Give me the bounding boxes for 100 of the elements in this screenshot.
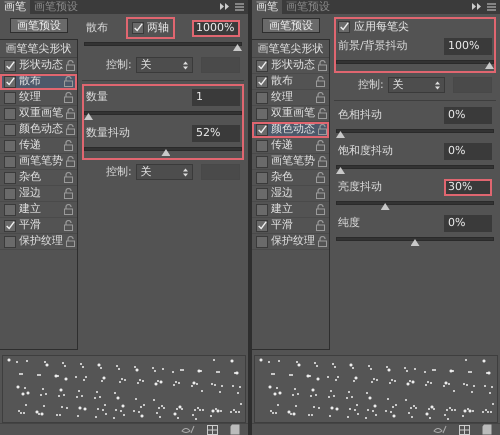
checkbox[interactable] [4, 140, 16, 152]
brush-option-item[interactable]: 杂色 [252, 170, 329, 186]
lock-icon[interactable] [318, 236, 327, 247]
checkbox[interactable] [256, 172, 268, 184]
checkbox[interactable] [338, 21, 350, 33]
brush-presets-button[interactable]: 画笔预设 [10, 18, 68, 33]
menu-icon[interactable] [235, 3, 244, 11]
checkbox[interactable] [256, 140, 268, 152]
lock-icon[interactable] [64, 204, 73, 215]
checkbox[interactable] [256, 124, 268, 136]
lock-icon[interactable] [316, 204, 325, 215]
lock-icon[interactable] [66, 60, 75, 71]
checkbox[interactable] [256, 236, 268, 248]
lock-icon[interactable] [64, 188, 73, 199]
brush-option-item[interactable]: 建立 [0, 202, 77, 218]
lock-icon[interactable] [318, 60, 327, 71]
lock-icon[interactable] [316, 140, 325, 151]
slider-track[interactable] [336, 128, 494, 138]
collapse-icon[interactable] [472, 3, 481, 10]
brush-option-item[interactable]: 颜色动态 [252, 122, 329, 138]
control-dropdown[interactable]: 关 [136, 57, 193, 73]
brush-option-item[interactable]: 杂色 [0, 170, 77, 186]
control-dropdown[interactable]: 关 [136, 164, 193, 180]
brush-option-item[interactable]: 散布 [0, 74, 77, 90]
checkbox[interactable] [256, 60, 268, 72]
checkbox-option[interactable]: 两轴 [128, 18, 173, 38]
value-field[interactable]: 1000% [192, 20, 240, 36]
brush-eye-icon[interactable] [433, 424, 447, 434]
brush-option-item[interactable]: 湿边 [252, 186, 329, 202]
brush-presets-button[interactable]: 画笔预设 [262, 18, 320, 33]
grid-icon[interactable] [459, 424, 470, 434]
slider-track[interactable] [84, 41, 242, 51]
lock-icon[interactable] [316, 92, 325, 103]
slider-track[interactable] [336, 236, 494, 246]
lock-icon[interactable] [64, 172, 73, 183]
lock-icon[interactable] [66, 156, 75, 167]
brush-option-item[interactable]: 湿边 [0, 186, 77, 202]
lock-icon[interactable] [316, 76, 325, 87]
new-page-icon[interactable] [482, 424, 492, 435]
checkbox[interactable] [4, 76, 16, 88]
checkbox[interactable] [4, 156, 16, 168]
panel-tab[interactable]: 画笔 [252, 0, 282, 14]
value-field[interactable]: 52% [192, 124, 240, 142]
checkbox[interactable] [4, 220, 16, 232]
checkbox[interactable] [256, 156, 268, 168]
checkbox[interactable] [132, 22, 144, 34]
lock-icon[interactable] [316, 188, 325, 199]
checkbox[interactable] [4, 172, 16, 184]
lock-icon[interactable] [66, 236, 75, 247]
checkbox[interactable] [256, 204, 268, 216]
lock-icon[interactable] [64, 140, 73, 151]
checkbox[interactable] [4, 236, 16, 248]
lock-icon[interactable] [316, 172, 325, 183]
collapse-icon[interactable] [220, 3, 229, 10]
value-field[interactable]: 30% [444, 178, 492, 196]
lock-icon[interactable] [318, 156, 327, 167]
value-field[interactable]: 100% [444, 38, 492, 54]
checkbox[interactable] [256, 108, 268, 120]
panel-tab[interactable]: 画笔 [0, 0, 30, 14]
brush-option-item[interactable]: 建立 [252, 202, 329, 218]
checkbox[interactable] [4, 92, 16, 104]
lock-icon[interactable] [318, 108, 327, 119]
brush-option-item[interactable]: 传递 [0, 138, 77, 154]
slider-track[interactable] [84, 110, 242, 120]
new-page-icon[interactable] [230, 424, 240, 435]
grid-icon[interactable] [207, 424, 218, 434]
checkbox[interactable] [4, 108, 16, 120]
brush-option-item[interactable]: 传递 [252, 138, 329, 154]
brush-option-item[interactable]: 双重画笔 [0, 106, 77, 122]
slider-track[interactable] [336, 200, 494, 210]
lock-icon[interactable] [64, 220, 73, 231]
value-field[interactable]: 0% [444, 214, 492, 232]
brush-option-item[interactable]: 形状动态 [252, 58, 329, 74]
brush-option-item[interactable]: 保护纹理 [252, 234, 329, 250]
brush-option-item[interactable]: 散布 [252, 74, 329, 90]
checkbox[interactable] [4, 60, 16, 72]
checkbox[interactable] [256, 220, 268, 232]
brush-option-item[interactable]: 颜色动态 [0, 122, 77, 138]
list-header[interactable]: 画笔笔尖形状 [252, 40, 329, 58]
menu-icon[interactable] [487, 3, 496, 11]
lock-icon[interactable] [64, 92, 73, 103]
brush-option-item[interactable]: 平滑 [0, 218, 77, 234]
slider-track[interactable] [336, 164, 494, 174]
checkbox[interactable] [4, 124, 16, 136]
value-field[interactable]: 1 [192, 88, 240, 106]
brush-eye-icon[interactable] [181, 424, 195, 434]
slider-track[interactable] [336, 59, 494, 69]
list-header[interactable]: 画笔笔尖形状 [0, 40, 77, 58]
value-field[interactable]: 0% [444, 106, 492, 124]
lock-icon[interactable] [64, 76, 73, 87]
checkbox[interactable] [4, 188, 16, 200]
lock-icon[interactable] [316, 220, 325, 231]
brush-option-item[interactable]: 画笔笔势 [252, 154, 329, 170]
lock-icon[interactable] [66, 108, 75, 119]
brush-option-item[interactable]: 纹理 [0, 90, 77, 106]
lock-icon[interactable] [66, 124, 75, 135]
control-dropdown[interactable]: 关 [388, 77, 445, 93]
checkbox[interactable] [4, 204, 16, 216]
checkbox-option[interactable]: 应用每笔尖 [334, 19, 496, 35]
brush-option-item[interactable]: 纹理 [252, 90, 329, 106]
